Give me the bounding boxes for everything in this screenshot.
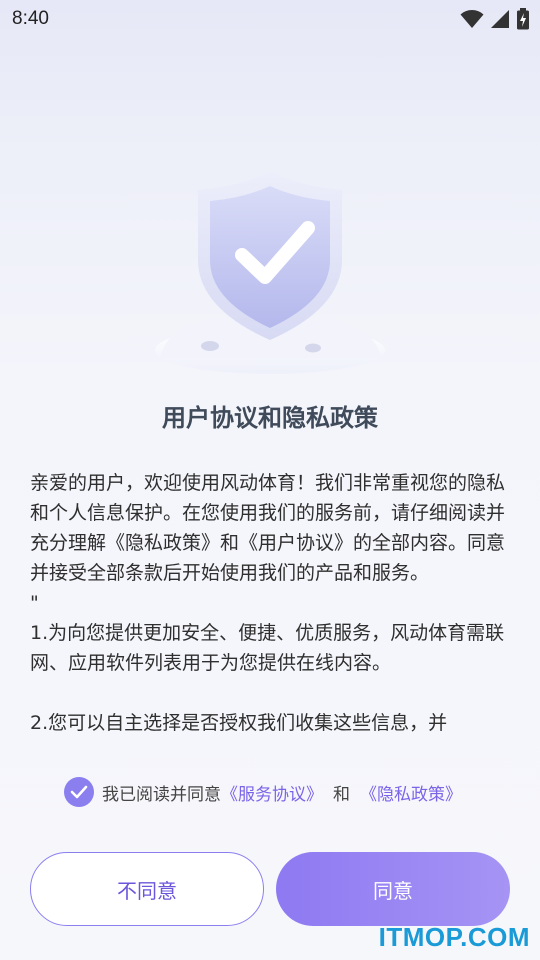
battery-icon [516,8,530,34]
policy-paragraph: 2.您可以自主选择是否授权我们收集这些信息，并 [30,712,448,734]
status-icons [460,8,530,34]
service-agreement-link[interactable]: 《服务协议》 [221,780,323,805]
policy-paragraph: 亲爱的用户，欢迎使用风动体育！我们非常重视您的隐私和个人信息保护。在您使用我们的… [30,472,506,584]
agree-row: 我已阅读并同意 《服务协议》 和 《隐私政策》 [64,776,462,808]
status-bar: 8:40 [0,0,540,36]
shield-check-icon [155,172,385,374]
disagree-button[interactable]: 不同意 [30,852,264,926]
policy-paragraph: " [30,592,39,614]
and-text: 和 [333,784,350,805]
wifi-icon [460,9,484,33]
agree-button[interactable]: 同意 [276,852,510,926]
policy-content[interactable]: 亲爱的用户，欢迎使用风动体育！我们非常重视您的隐私和个人信息保护。在您使用我们的… [30,468,506,750]
agree-checkbox[interactable] [64,777,94,807]
policy-paragraph: 1.为向您提供更加安全、便捷、优质服务，风动体育需联网、应用软件列表用于为您提供… [30,622,505,674]
privacy-policy-link[interactable]: 《隐私政策》 [360,780,462,805]
hero-illustration [0,150,540,380]
agree-label: 我已阅读并同意 [102,784,221,805]
status-time: 8:40 [12,8,49,29]
signal-icon [490,9,510,33]
checkmark-icon [70,785,88,799]
dialog-title: 用户协议和隐私政策 [162,404,378,432]
watermark: ITMOP.COM [378,922,530,952]
